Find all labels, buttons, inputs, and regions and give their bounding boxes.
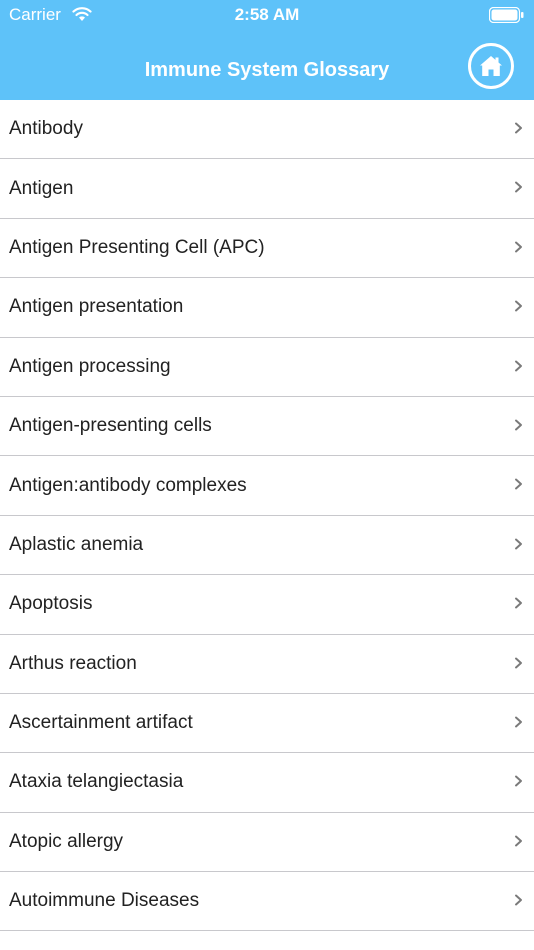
list-item[interactable]: Antibody <box>0 100 534 160</box>
list-item[interactable]: Apoptosis <box>0 575 534 635</box>
list-item[interactable]: Atopic allergy <box>0 813 534 873</box>
chevron-right-icon <box>515 538 522 550</box>
chevron-right-icon <box>515 241 522 253</box>
list-item[interactable]: Antigen:antibody complexes <box>0 456 534 516</box>
list-item[interactable]: Antigen-presenting cells <box>0 397 534 457</box>
list-item-label: Ataxia telangiectasia <box>9 771 184 793</box>
list-item-label: Antigen Presenting Cell (APC) <box>9 236 265 258</box>
list-item-label: Atopic allergy <box>9 830 124 852</box>
home-icon <box>480 56 502 76</box>
list-item-label: Antigen <box>9 177 74 199</box>
list-item[interactable]: Arthus reaction <box>0 635 534 694</box>
chevron-right-icon <box>515 181 522 193</box>
list-item[interactable]: Antigen Presenting Cell (APC) <box>0 219 534 279</box>
chevron-right-icon <box>515 122 522 134</box>
header: Carrier 2:58 AM Immune System Glossary <box>0 0 534 100</box>
list-item-label: Aplastic anemia <box>9 533 144 555</box>
list-item-label: Antigen:antibody complexes <box>9 474 247 496</box>
list-item[interactable]: Antigen <box>0 159 534 219</box>
list-item[interactable]: Ascertainment artifact <box>0 694 534 754</box>
chevron-right-icon <box>515 597 522 609</box>
list-item-label: Antigen-presenting cells <box>9 415 212 437</box>
list-item-label: Apoptosis <box>9 593 93 615</box>
chevron-right-icon <box>515 478 522 490</box>
list-item-label: Ascertainment artifact <box>9 712 193 734</box>
home-button[interactable] <box>468 43 514 89</box>
chevron-right-icon <box>515 657 522 669</box>
app-screen: Carrier 2:58 AM Immune System Glossary A… <box>0 0 534 950</box>
chevron-right-icon <box>515 300 522 312</box>
list-item-label: Arthus reaction <box>9 652 137 674</box>
glossary-list: Antibody Antigen Antigen Presenting Cell (… <box>0 100 534 932</box>
chevron-right-icon <box>515 716 522 728</box>
list-item[interactable]: Antigen presentation <box>0 278 534 338</box>
list-item[interactable]: Aplastic anemia <box>0 516 534 576</box>
battery-icon <box>489 7 524 23</box>
chevron-right-icon <box>515 360 522 372</box>
list-item[interactable]: Autoimmune Diseases <box>0 872 534 932</box>
page-title: Immune System Glossary <box>144 59 390 81</box>
chevron-right-icon <box>515 419 522 431</box>
list-item[interactable]: Ataxia telangiectasia <box>0 753 534 813</box>
chevron-right-icon <box>515 894 522 906</box>
list-item[interactable]: Antigen processing <box>0 338 534 397</box>
chevron-right-icon <box>515 835 522 847</box>
status-time: 2:58 AM <box>234 5 300 24</box>
list-item-label: Autoimmune Diseases <box>9 890 200 912</box>
list-item-label: Antibody <box>9 118 83 140</box>
list-item-label: Antigen processing <box>9 355 171 377</box>
list-item-label: Antigen presentation <box>9 296 184 318</box>
status-bar: Carrier 2:58 AM <box>0 0 534 30</box>
chevron-right-icon <box>515 775 522 787</box>
